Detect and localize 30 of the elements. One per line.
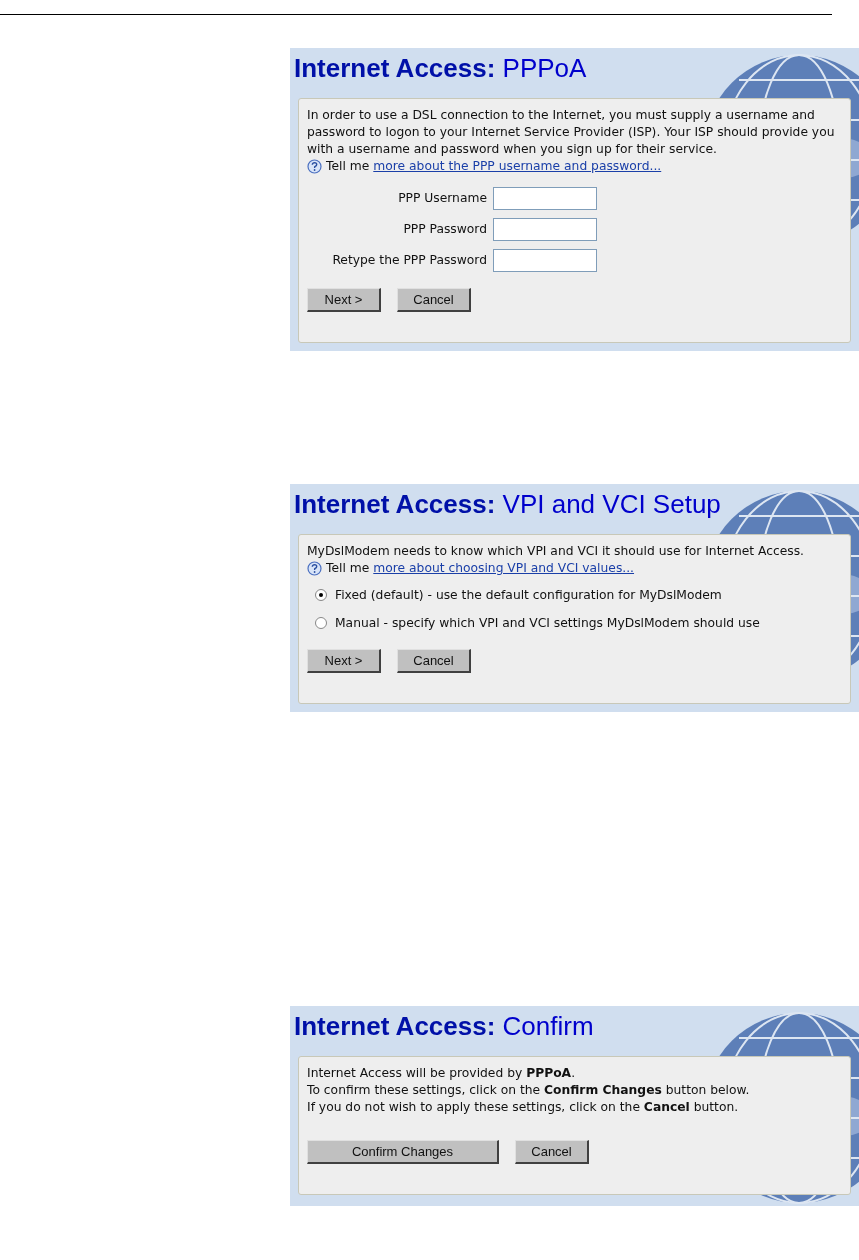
help-text: Tell me bbox=[326, 158, 370, 175]
input-field[interactable] bbox=[493, 187, 597, 210]
option-label: Fixed (default) - use the default configuration for MyDslModem bbox=[335, 586, 722, 604]
field-label: PPP Password bbox=[402, 221, 488, 239]
input-field[interactable] bbox=[493, 249, 597, 272]
primary-button[interactable]: Next > bbox=[307, 649, 381, 673]
description-text: MyDslModem needs to know which VPI and VCI it should use for Internet Access. bbox=[307, 543, 805, 560]
description-text: If you do not wish to apply these settings, click on the Cancel button. bbox=[307, 1099, 740, 1116]
option-label: Manual - specify which VPI and VCI settings MyDslModem should use bbox=[335, 614, 760, 632]
page-title: Internet Access: Confirm bbox=[294, 1010, 595, 1043]
cancel-button[interactable]: Cancel bbox=[515, 1140, 589, 1164]
page-title: Internet Access: PPPoA bbox=[294, 52, 588, 85]
page-title: Internet Access: VPI and VCI Setup bbox=[294, 488, 722, 521]
radio-button[interactable] bbox=[315, 589, 327, 601]
help-icon[interactable] bbox=[307, 159, 322, 174]
description-text: To confirm these settings, click on the Confirm Changes button below. bbox=[307, 1082, 751, 1099]
help-text: Tell me bbox=[326, 560, 370, 577]
input-field[interactable] bbox=[493, 218, 597, 241]
primary-button[interactable]: Next > bbox=[307, 288, 381, 312]
cancel-button[interactable]: Cancel bbox=[397, 649, 471, 673]
field-label: Retype the PPP Password bbox=[331, 252, 488, 270]
description-text: Internet Access will be provided by PPPoA. bbox=[307, 1065, 577, 1082]
help-link[interactable]: more about choosing VPI and VCI values... bbox=[373, 560, 635, 577]
description-text: In order to use a DSL connection to the Internet, you must supply a username and password to logon to your Internet Service Provider (ISP). Your ISP should provide you with a username and password when you sign up for their service. bbox=[307, 107, 836, 158]
field-label: PPP Username bbox=[397, 190, 488, 208]
cancel-button[interactable]: Cancel bbox=[397, 288, 471, 312]
primary-button[interactable]: Confirm Changes bbox=[307, 1140, 499, 1164]
help-link[interactable]: more about the PPP username and password... bbox=[373, 158, 662, 175]
help-icon[interactable] bbox=[307, 561, 322, 576]
radio-button[interactable] bbox=[315, 617, 327, 629]
